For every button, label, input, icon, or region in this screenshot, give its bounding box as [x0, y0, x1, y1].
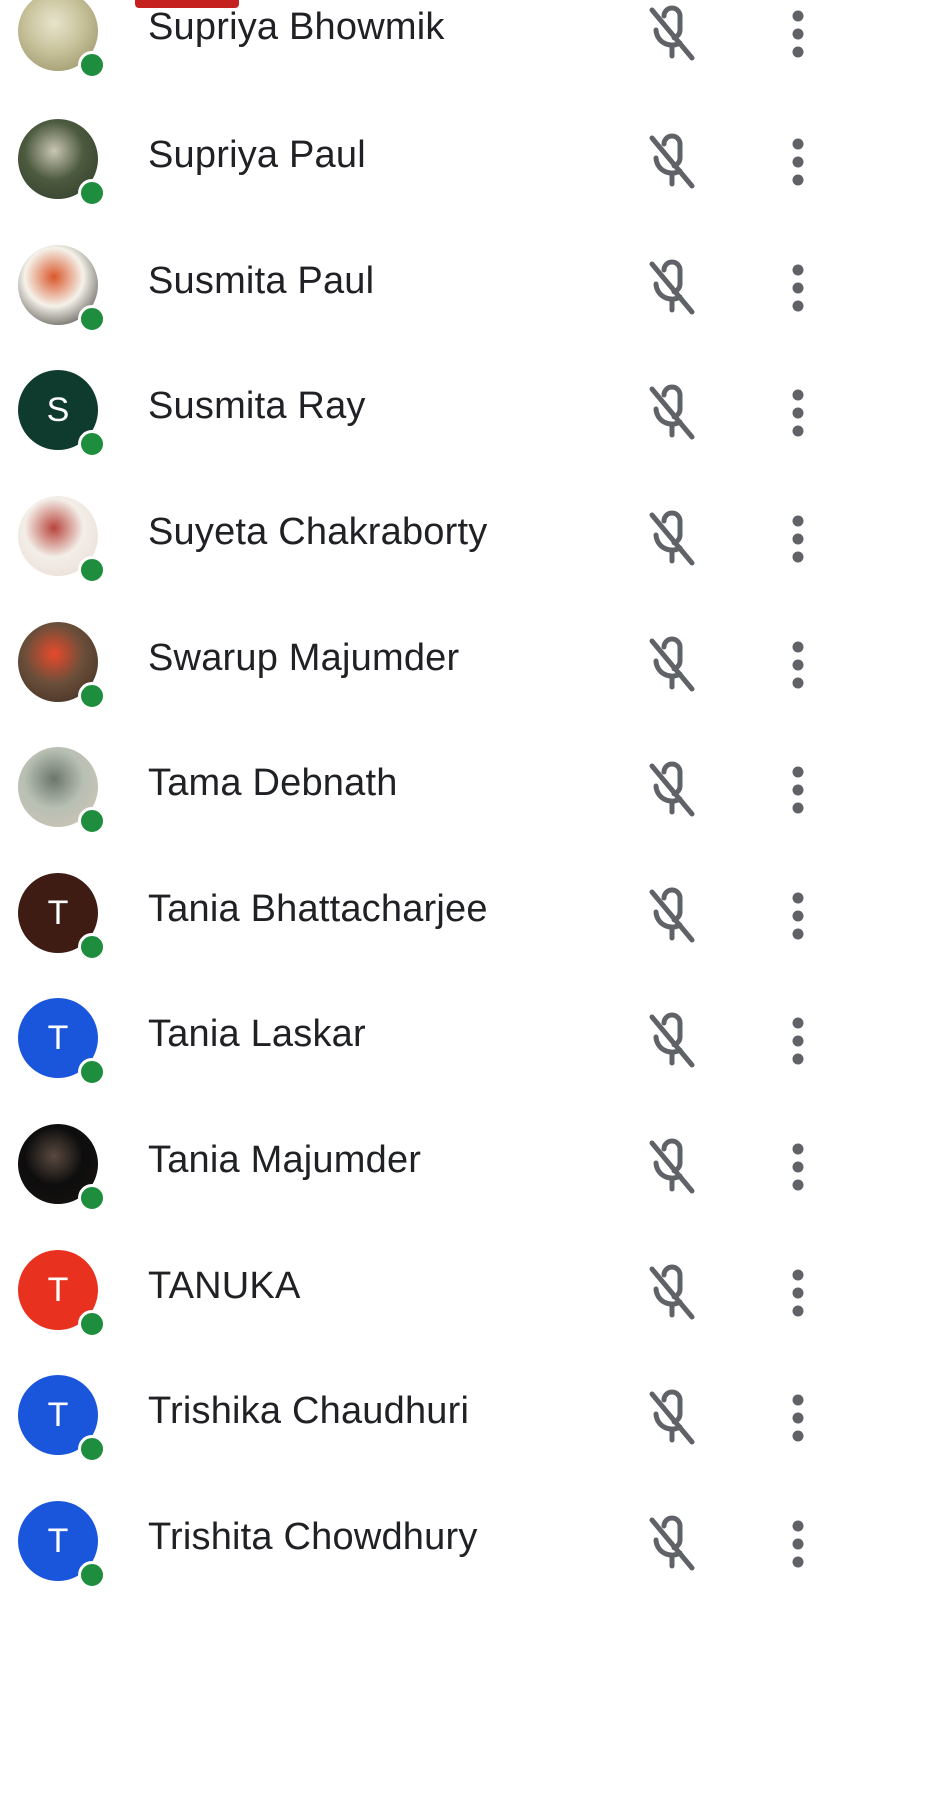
- online-status-dot: [78, 430, 106, 458]
- mic-off-icon: [644, 1388, 700, 1448]
- participant-name: Tania Laskar: [148, 1013, 366, 1055]
- participant-name: Suyeta Chakraborty: [148, 511, 488, 553]
- participant-row[interactable]: Susmita Paul: [0, 222, 926, 352]
- participant-avatar: T: [18, 873, 106, 961]
- participant-avatar: S: [18, 370, 106, 458]
- mic-off-icon: [644, 635, 700, 695]
- more-vert-icon[interactable]: [788, 1518, 808, 1570]
- mic-off-icon: [644, 1514, 700, 1574]
- online-status-dot: [78, 933, 106, 961]
- more-vert-icon[interactable]: [788, 136, 808, 188]
- more-vert-icon[interactable]: [788, 890, 808, 942]
- online-status-dot: [78, 1184, 106, 1212]
- more-vert-icon[interactable]: [788, 8, 808, 60]
- participant-row[interactable]: Swarup Majumder: [0, 599, 926, 729]
- more-vert-icon[interactable]: [788, 513, 808, 565]
- more-vert-icon[interactable]: [788, 1141, 808, 1193]
- participant-avatar: T: [18, 1501, 106, 1589]
- participant-name: Trishita Chowdhury: [148, 1516, 478, 1558]
- participant-avatar: T: [18, 998, 106, 1086]
- more-vert-icon[interactable]: [788, 1392, 808, 1444]
- participant-row[interactable]: Suyeta Chakraborty: [0, 473, 926, 603]
- mic-off-icon: [644, 132, 700, 192]
- participant-avatar: [18, 496, 106, 584]
- participant-list: Supriya Bhowmik Supriya Paul Susmita Paul S…: [0, 0, 926, 1813]
- online-status-dot: [78, 1058, 106, 1086]
- participant-name: Susmita Ray: [148, 385, 366, 427]
- participant-avatar: [18, 1124, 106, 1212]
- more-vert-icon[interactable]: [788, 1267, 808, 1319]
- participant-row[interactable]: T Tania Laskar: [0, 975, 926, 1105]
- participant-avatar: [18, 747, 106, 835]
- participant-row[interactable]: Supriya Bhowmik: [0, 0, 926, 98]
- online-status-dot: [78, 1310, 106, 1338]
- participant-name: Swarup Majumder: [148, 637, 460, 679]
- participant-avatar: T: [18, 1375, 106, 1463]
- participant-row[interactable]: Tania Majumder: [0, 1101, 926, 1231]
- mic-off-icon: [644, 886, 700, 946]
- participant-name: Supriya Paul: [148, 134, 366, 176]
- mic-off-icon: [644, 760, 700, 820]
- participant-row[interactable]: Supriya Paul: [0, 96, 926, 226]
- participant-row[interactable]: S Susmita Ray: [0, 347, 926, 477]
- participant-row[interactable]: T Tania Bhattacharjee: [0, 850, 926, 980]
- more-vert-icon[interactable]: [788, 764, 808, 816]
- online-status-dot: [78, 51, 106, 79]
- online-status-dot: [78, 682, 106, 710]
- mic-off-icon: [644, 1137, 700, 1197]
- participant-avatar: [18, 0, 106, 79]
- mic-off-icon: [644, 258, 700, 318]
- participant-name: TANUKA: [148, 1265, 301, 1307]
- participant-name: Tania Majumder: [148, 1139, 422, 1181]
- participant-name: Supriya Bhowmik: [148, 6, 445, 48]
- more-vert-icon[interactable]: [788, 639, 808, 691]
- participant-avatar: [18, 119, 106, 207]
- participant-name: Susmita Paul: [148, 260, 375, 302]
- participant-name: Tania Bhattacharjee: [148, 888, 488, 930]
- online-status-dot: [78, 1435, 106, 1463]
- more-vert-icon[interactable]: [788, 387, 808, 439]
- participant-row[interactable]: T TANUKA: [0, 1227, 926, 1357]
- participant-row[interactable]: Tama Debnath: [0, 724, 926, 854]
- mic-off-icon: [644, 1011, 700, 1071]
- more-vert-icon[interactable]: [788, 262, 808, 314]
- participant-name: Trishika Chaudhuri: [148, 1390, 470, 1432]
- online-status-dot: [78, 179, 106, 207]
- online-status-dot: [78, 305, 106, 333]
- mic-off-icon: [644, 1263, 700, 1323]
- participant-row[interactable]: T Trishita Chowdhury: [0, 1478, 926, 1608]
- online-status-dot: [78, 556, 106, 584]
- participant-avatar: [18, 245, 106, 333]
- participant-avatar: [18, 622, 106, 710]
- participant-row[interactable]: T Trishika Chaudhuri: [0, 1352, 926, 1482]
- online-status-dot: [78, 1561, 106, 1589]
- participant-avatar: T: [18, 1250, 106, 1338]
- mic-off-icon: [644, 4, 700, 64]
- mic-off-icon: [644, 509, 700, 569]
- online-status-dot: [78, 807, 106, 835]
- more-vert-icon[interactable]: [788, 1015, 808, 1067]
- participant-name: Tama Debnath: [148, 762, 398, 804]
- mic-off-icon: [644, 383, 700, 443]
